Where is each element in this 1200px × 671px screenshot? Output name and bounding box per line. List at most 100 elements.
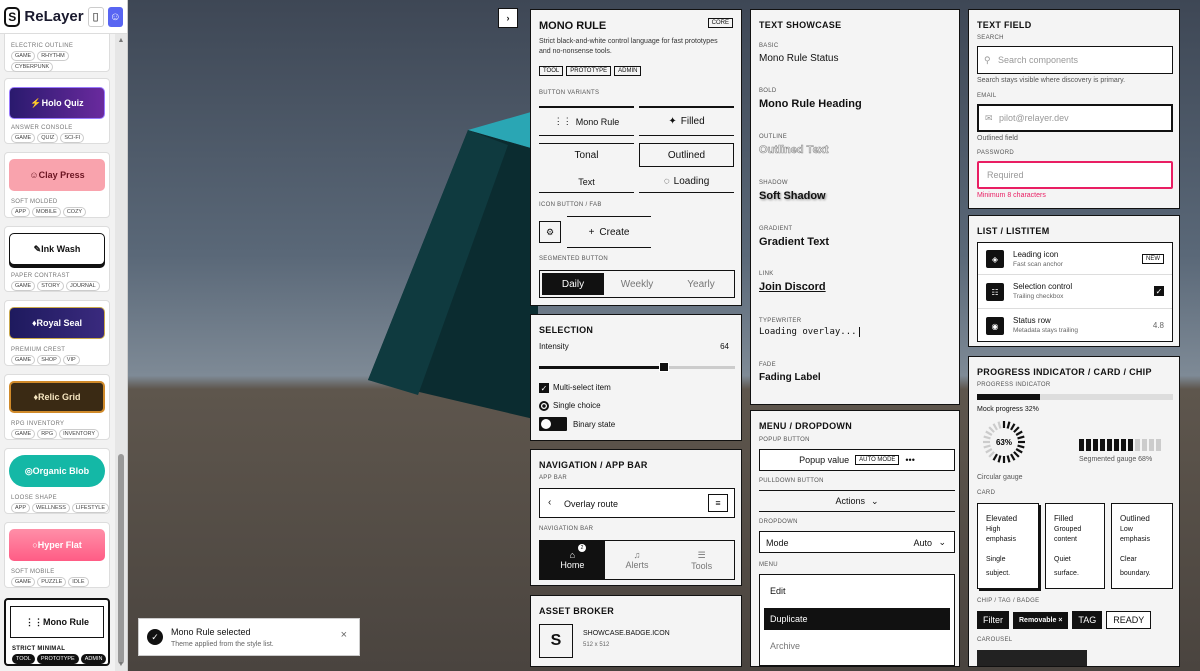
carousel[interactable]: [977, 650, 1087, 666]
gauge-tick: [983, 435, 991, 440]
card-filled[interactable]: Filled Grouped content Quiet surface.: [1045, 503, 1105, 589]
mono-rule-button[interactable]: ⋮⋮ Mono Rule: [539, 106, 634, 136]
section-label: PROGRESS INDICATOR: [977, 382, 1051, 388]
auto-mode-chip: AUTO MODE: [855, 455, 900, 465]
nav-label: Tools: [691, 560, 713, 571]
card-title: Filled: [1054, 514, 1074, 523]
segment-yearly[interactable]: Yearly: [670, 273, 732, 295]
close-icon[interactable]: ×: [341, 629, 347, 641]
style-card-holo-quiz[interactable]: ⚡ Holo Quiz ANSWER CONSOLE GAME QUIZ SCI-F…: [4, 78, 110, 144]
tonal-button[interactable]: Tonal: [539, 143, 634, 167]
email-field[interactable]: ✉ pilot@relayer.dev: [977, 104, 1173, 132]
slider-thumb[interactable]: [659, 362, 670, 372]
popup-button[interactable]: Popup value AUTO MODE •••: [759, 449, 955, 471]
style-card-organic-blob[interactable]: ◎ Organic Blob LOOSE SHAPE APP WELLNESS LI…: [4, 448, 110, 514]
segmented-gauge: [1079, 439, 1161, 451]
close-icon[interactable]: ×: [1058, 617, 1062, 624]
create-fab[interactable]: + Create: [567, 216, 651, 248]
nav-item-alerts[interactable]: ♫ Alerts: [605, 541, 670, 579]
removable-chip[interactable]: Removable ×: [1013, 611, 1069, 629]
style-card-ink-wash[interactable]: ✎ Ink Wash PAPER CONTRAST GAME STORY JOURN…: [4, 226, 110, 292]
section-label: NAVIGATION BAR: [539, 526, 594, 532]
card-meta: PREMIUM CREST: [11, 347, 66, 353]
organic-blob-preview: ◎ Organic Blob: [9, 455, 105, 487]
card-text: Low: [1120, 526, 1133, 533]
style-card-mono-rule[interactable]: ⋮⋮ Mono Rule STRICT MINIMAL TOOL PROTOTYP…: [4, 598, 110, 666]
binary-toggle[interactable]: [539, 417, 567, 431]
filled-button[interactable]: ✦ Filled: [639, 106, 734, 136]
nav-item-tools[interactable]: ☰ Tools: [669, 541, 734, 579]
progress-label: Mock progress 32%: [977, 406, 1039, 413]
section-label: PULLDOWN BUTTON: [759, 478, 824, 484]
panel-title: MENU / DROPDOWN: [759, 421, 852, 431]
search-icon: ⚲: [984, 55, 991, 65]
trailing-checkbox[interactable]: ✓: [1154, 286, 1164, 296]
book-icon[interactable]: ▯: [87, 6, 104, 27]
chevron-down-icon: ⌄: [938, 537, 946, 547]
menu-item-duplicate[interactable]: Duplicate: [764, 608, 950, 630]
sliders-icon: ☰: [697, 549, 706, 560]
menu-item-edit[interactable]: Edit: [770, 586, 786, 596]
asset-logo-icon: S: [539, 624, 573, 658]
new-badge: NEW: [1142, 254, 1164, 264]
nav-item-home[interactable]: ⌂ 2 Home: [540, 541, 605, 579]
tag: TOOL: [12, 654, 35, 664]
bell-icon: ♫: [633, 550, 641, 560]
gear-icon: ⚙: [545, 226, 555, 237]
tag: GAME: [11, 51, 36, 61]
gauge-segment: [1107, 439, 1112, 451]
list-item[interactable]: ◈ Leading icon Fast scan anchor NEW: [978, 243, 1172, 275]
collapse-panel-button[interactable]: ›: [498, 8, 518, 28]
panel-title: TEXT FIELD: [977, 20, 1032, 30]
sidebar-scrollbar[interactable]: ▲ ▼: [115, 34, 127, 671]
style-card-hyper-flat[interactable]: ○ Hyper Flat SOFT MOBILE GAME PUZZLE IDLE: [4, 522, 110, 588]
password-field[interactable]: Required: [977, 161, 1173, 189]
loading-button[interactable]: ◌ Loading: [639, 171, 734, 193]
text-link[interactable]: Join Discord: [759, 281, 826, 293]
panel-title: MONO RULE: [539, 20, 607, 32]
tag: PUZZLE: [37, 577, 67, 587]
back-icon[interactable]: ‹: [548, 497, 551, 508]
filter-chip[interactable]: Filter: [977, 611, 1009, 629]
search-input[interactable]: ⚲ Search components: [977, 46, 1173, 74]
menu-item-archive[interactable]: Archive: [770, 641, 800, 651]
list-item[interactable]: ☷ Selection control Trailing checkbox ✓: [978, 275, 1172, 309]
card-elevated[interactable]: Elevated High emphasis Single subject.: [977, 503, 1039, 589]
panel-title: NAVIGATION / APP BAR: [539, 460, 648, 470]
style-card-electric[interactable]: ELECTRIC OUTLINE GAME RHYTHM CYBERPUNK: [4, 34, 110, 72]
field-label: EMAIL: [977, 93, 997, 99]
multi-select-checkbox[interactable]: ✓: [539, 383, 549, 393]
scroll-thumb[interactable]: [118, 454, 124, 664]
text-button[interactable]: Text: [539, 171, 634, 193]
text-label: FADE: [759, 362, 776, 368]
tag: JOURNAL: [65, 281, 100, 291]
mode-dropdown[interactable]: Mode Auto ⌄: [759, 531, 955, 553]
segment-daily[interactable]: Daily: [542, 273, 604, 295]
text-label: GRADIENT: [759, 226, 793, 232]
gauge-tick: [985, 448, 993, 454]
tag: CYBERPUNK: [11, 62, 54, 72]
menu-icon[interactable]: ≡: [708, 494, 728, 512]
text-fade: Fading Label: [759, 372, 821, 383]
style-card-clay-press[interactable]: ☺ Clay Press SOFT MOLDED APP MOBILE COZY: [4, 152, 110, 218]
list-item-subtitle: Trailing checkbox: [1013, 293, 1064, 300]
scroll-down-icon[interactable]: ▼: [115, 661, 127, 668]
discord-icon[interactable]: ☺: [107, 6, 124, 27]
list-item[interactable]: ◉ Status row Metadata stays trailing 4.8: [978, 309, 1172, 342]
single-choice-radio[interactable]: [539, 401, 549, 411]
scroll-up-icon[interactable]: ▲: [115, 37, 127, 44]
button-label: Loading: [673, 176, 710, 187]
outlined-button[interactable]: Outlined: [639, 143, 734, 167]
intensity-slider[interactable]: [539, 362, 735, 372]
asset-broker-panel: ASSET BROKER S SHOWCASE.BADGE.ICON 512 x…: [530, 595, 742, 667]
actions-pulldown[interactable]: Actions ⌄: [759, 490, 955, 512]
card-outlined[interactable]: Outlined Low emphasis Clear boundary.: [1111, 503, 1173, 589]
settings-icon-button[interactable]: ⚙: [539, 221, 561, 243]
asset-size: 512 x 512: [583, 642, 610, 648]
gauge-tick: [992, 453, 998, 461]
style-card-royal-seal[interactable]: ♦ Royal Seal PREMIUM CREST GAME SHOP VIP: [4, 300, 110, 366]
style-card-relic-grid[interactable]: ♦ Relic Grid RPG INVENTORY GAME RPG INVENT…: [4, 374, 110, 440]
gauge-segment: [1128, 439, 1133, 451]
relic-grid-preview: ♦ Relic Grid: [9, 381, 105, 413]
segment-weekly[interactable]: Weekly: [606, 273, 668, 295]
